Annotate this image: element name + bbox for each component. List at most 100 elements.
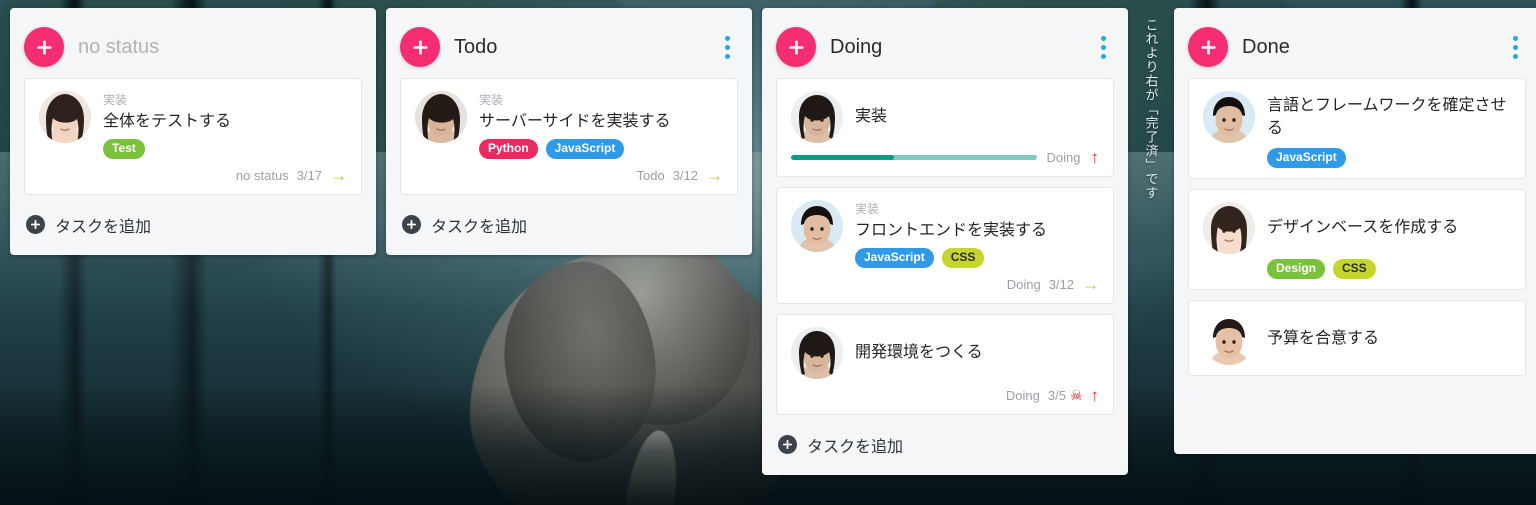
avatar (791, 200, 843, 252)
task-tag[interactable]: Design (1267, 259, 1326, 279)
avatar (1203, 202, 1255, 254)
more-vertical-icon[interactable] (716, 32, 738, 62)
task-title: 開発環境をつくる (855, 344, 983, 362)
avatar (791, 326, 843, 379)
task-tag-list: Test (103, 138, 347, 159)
column-header-no-status: no status (24, 16, 362, 78)
task-card-body: 実装全体をテストする Test (103, 91, 347, 159)
task-status-label: Doing (1005, 387, 1040, 403)
arrow-right-icon[interactable]: → (330, 167, 347, 184)
avatar (415, 91, 467, 143)
arrow-right-icon[interactable]: → (706, 167, 723, 184)
card-list-doing: 実装 Doing ↑ 実装フロントエンドを実装する JavaScript CSS Doing… (776, 78, 1114, 415)
task-card[interactable]: デザインベースを作成する Design CSS (1188, 189, 1526, 290)
task-due-date: 3/5 (1047, 387, 1066, 403)
card-list-no-status: 実装全体をテストする Test no status 3/17 → (24, 78, 362, 195)
task-title: サーバーサイドを実装する (479, 112, 671, 130)
task-card-footer: Doing 3/5 ☠ ↑ (791, 387, 1099, 404)
task-due-date: 3/17 (296, 167, 322, 183)
task-card-footer: no status 3/17 → (39, 167, 347, 184)
task-card-content: 実装 フロントエンドを実装する JavaScript CSS (791, 200, 1099, 268)
kanban-board: no status 実装 全体をテストする Test no status 3/17 → タスク… (0, 0, 1536, 505)
task-title: デザインベースを作成する (1267, 219, 1459, 237)
task-card-content: 実装全体をテストする Test (39, 91, 347, 159)
task-tag-list: Design CSS (1267, 259, 1511, 279)
task-card-body: 実装 (855, 91, 1099, 142)
task-card-body: 実装 フロントエンドを実装する JavaScript CSS (855, 200, 1099, 268)
arrow-right-icon[interactable]: → (1082, 276, 1099, 293)
add-task-label: タスクを追加 (807, 438, 904, 456)
task-card[interactable]: 予算を合意する (1188, 300, 1526, 376)
task-status-label: no status (235, 167, 289, 183)
avatar (39, 91, 91, 143)
task-tag-list: Python JavaScript (479, 138, 723, 159)
plus-icon[interactable] (776, 27, 816, 67)
add-task-label: タスクを追加 (431, 218, 528, 236)
add-task-button-no-status[interactable]: タスクを追加 (24, 211, 362, 239)
progress-fill (791, 155, 895, 160)
arrow-up-icon[interactable]: ↑ (1091, 149, 1100, 166)
task-title: 予算を合意する (1267, 330, 1380, 348)
add-task-button-todo[interactable]: タスクを追加 (400, 211, 738, 239)
task-tag[interactable]: Python (479, 138, 538, 159)
task-card-footer: Todo 3/12 → (415, 167, 723, 184)
plus-icon[interactable] (400, 27, 440, 67)
task-card[interactable]: 実装 フロントエンドを実装する JavaScript CSS Doing 3/12 → (776, 187, 1114, 304)
task-status-label: Doing (1046, 150, 1081, 165)
task-card-body: 予算を合意する (1267, 313, 1511, 364)
task-due-date: 3/12 (672, 167, 698, 183)
task-card-footer: Doing 3/12 → (791, 276, 1099, 293)
task-card-content: 言語とフレームワークを確定させる JavaScript (1203, 91, 1511, 168)
task-category: 実装 (479, 93, 504, 107)
more-vertical-icon[interactable] (1092, 32, 1114, 62)
task-due-date: 3/12 (1048, 276, 1074, 292)
task-card[interactable]: 開発環境をつくる Doing 3/5 ☠ ↑ (776, 313, 1114, 415)
avatar (791, 91, 843, 143)
task-tag-list: JavaScript CSS (855, 247, 1099, 268)
avatar (1203, 91, 1255, 143)
task-card[interactable]: 実装 Doing ↑ (776, 78, 1114, 177)
progress-track (791, 155, 1037, 160)
task-card-content: 実装サーバーサイドを実装する Python JavaScript (415, 91, 723, 159)
add-task-button-doing[interactable]: タスクを追加 (776, 431, 1114, 459)
column-title-doing: Doing (830, 35, 883, 58)
task-card-body: 実装サーバーサイドを実装する Python JavaScript (479, 91, 723, 159)
task-tag[interactable]: JavaScript (855, 247, 934, 268)
task-card-body: デザインベースを作成する Design CSS (1267, 202, 1511, 279)
more-vertical-icon[interactable] (1504, 32, 1526, 62)
task-progress-row: Doing ↑ (791, 149, 1099, 166)
column-header-todo: Todo (400, 16, 738, 78)
plus-icon[interactable] (1188, 27, 1228, 67)
task-tag-list: JavaScript (1267, 148, 1511, 168)
column-title-done: Done (1242, 35, 1290, 58)
plus-circle-icon (26, 215, 45, 235)
card-list-todo: 実装サーバーサイドを実装する Python JavaScript Todo 3/12 → (400, 78, 738, 195)
task-category: 実装 (103, 93, 128, 107)
task-status-label: Doing (1006, 276, 1041, 292)
task-card[interactable]: 実装サーバーサイドを実装する Python JavaScript Todo 3/12 → (400, 78, 738, 195)
task-tag[interactable]: Test (103, 138, 145, 159)
task-status-label: Todo (636, 167, 665, 183)
task-title: 言語とフレームワークを確定させる (1267, 96, 1507, 137)
task-title: 実装 (855, 108, 888, 126)
task-title: フロントエンドを実装する (855, 221, 1048, 239)
arrow-up-icon[interactable]: ↑ (1091, 387, 1100, 404)
card-list-done: 言語とフレームワークを確定させる JavaScript デザインベースを作成する De… (1188, 78, 1526, 376)
task-card-content: 開発環境をつくる (791, 326, 1099, 379)
done-boundary-note-label: これより右が「完了済」です (1143, 18, 1159, 200)
task-tag[interactable]: CSS (941, 247, 985, 268)
done-boundary-note: これより右が「完了済」です (1140, 8, 1162, 505)
column-header-doing: Doing (776, 16, 1114, 78)
task-card-content: 予算を合意する (1203, 313, 1511, 365)
task-card[interactable]: 言語とフレームワークを確定させる JavaScript (1188, 78, 1526, 179)
plus-icon[interactable] (24, 27, 64, 67)
column-header-done: Done (1188, 16, 1526, 78)
task-title: 全体をテストする (103, 112, 232, 130)
task-card[interactable]: 実装全体をテストする Test no status 3/17 → (24, 78, 362, 195)
column-todo: Todo 実装サーバーサイドを実装する Python JavaScript Todo 3/… (386, 8, 752, 255)
column-title-todo: Todo (454, 35, 498, 58)
task-tag[interactable]: JavaScript (1267, 148, 1346, 168)
task-tag[interactable]: CSS (1333, 259, 1376, 279)
task-tag[interactable]: JavaScript (545, 138, 625, 159)
task-card-body: 開発環境をつくる (855, 327, 1099, 378)
